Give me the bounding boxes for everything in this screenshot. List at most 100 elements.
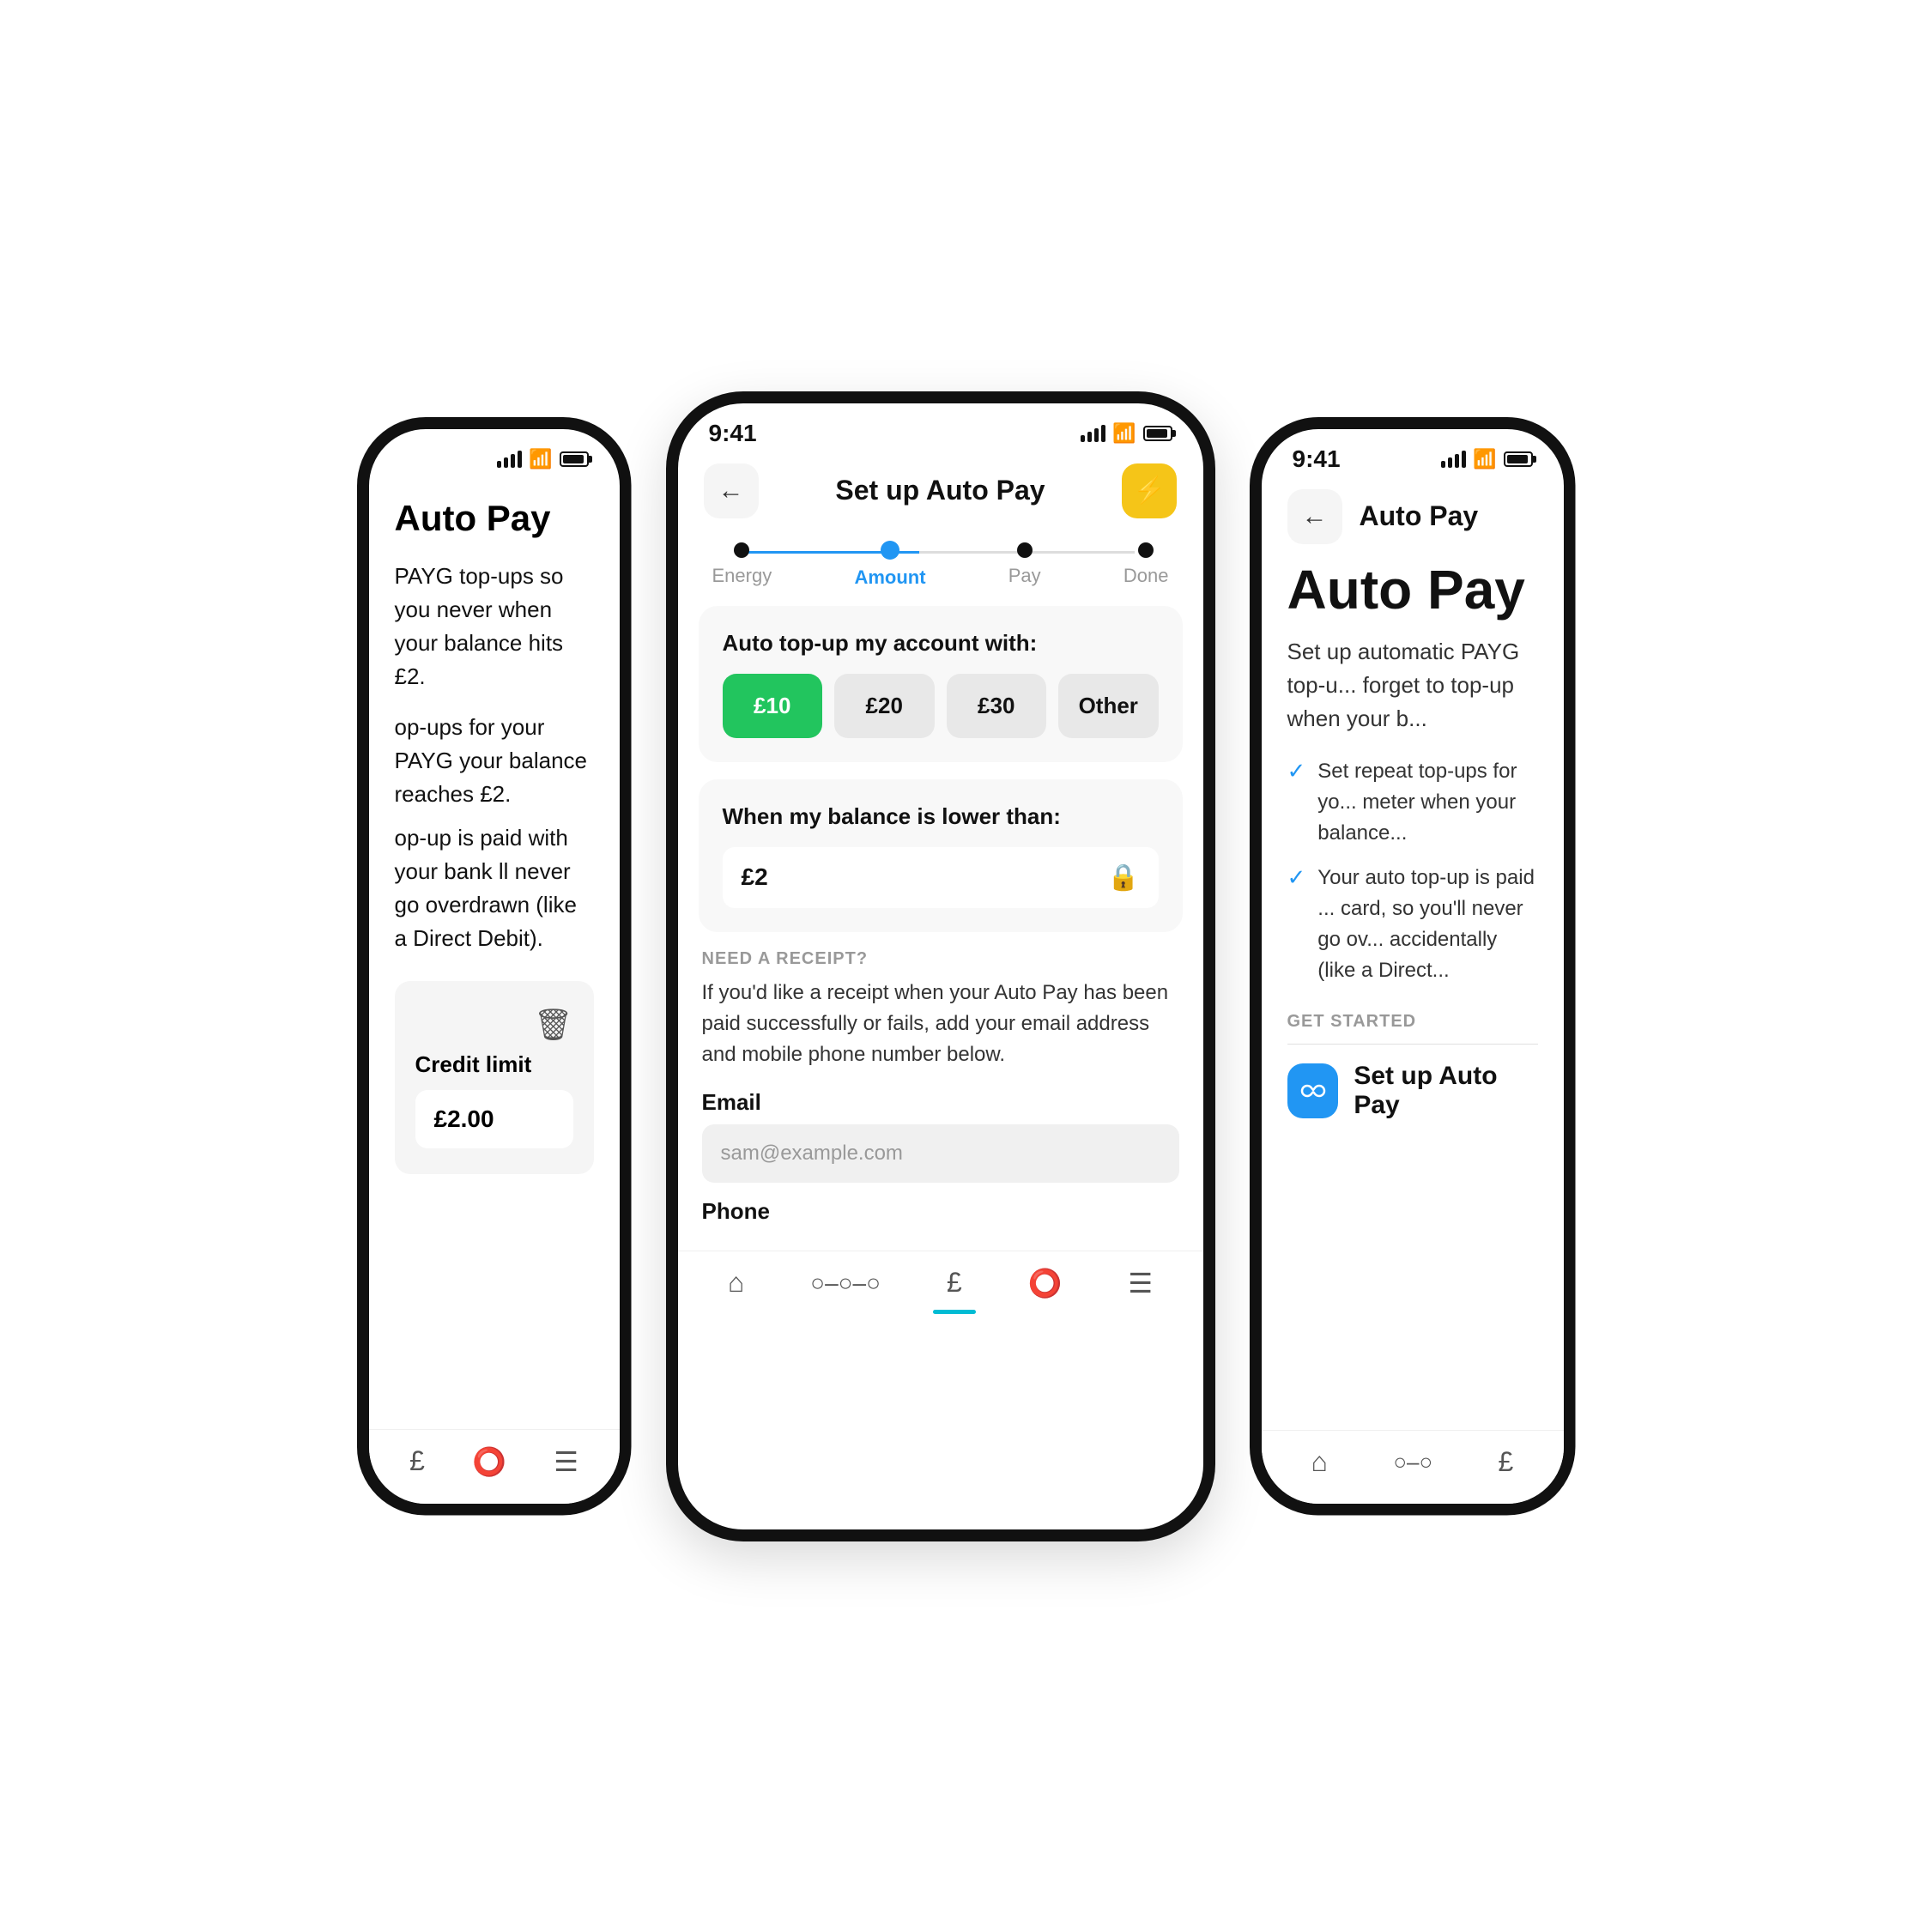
account-icon-left: £ bbox=[409, 1445, 425, 1477]
topup-card: Auto top-up my account with: £10 £20 £30… bbox=[699, 606, 1183, 762]
phone2-header: ← Set up Auto Pay ⚡ bbox=[678, 455, 1203, 532]
back-button[interactable]: ← bbox=[704, 463, 759, 518]
connect-icon-center: ○–○–○ bbox=[810, 1269, 881, 1297]
nav-account-right[interactable]: £ bbox=[1499, 1446, 1514, 1478]
phone3-content: Auto Pay Set up automatic PAYG top-u... … bbox=[1262, 558, 1564, 1430]
signal-icon-left bbox=[497, 451, 522, 468]
amount-30[interactable]: £30 bbox=[947, 674, 1047, 738]
phone3-header: ← Auto Pay bbox=[1262, 481, 1564, 558]
nav-menu-center[interactable]: ☰ bbox=[1128, 1267, 1153, 1299]
phone-label: Phone bbox=[702, 1198, 1179, 1225]
infinity-icon bbox=[1287, 1063, 1339, 1118]
nav-help-left[interactable]: ⭕ bbox=[472, 1445, 506, 1478]
balance-input-row: £2 🔒 bbox=[723, 847, 1159, 908]
auto-pay-desc: Set up automatic PAYG top-u... forget to… bbox=[1287, 635, 1538, 736]
stepper-label-amount: Amount bbox=[854, 566, 925, 589]
delete-icon-wrap: 🗑 bbox=[415, 1007, 573, 1043]
nav-home-right[interactable]: ⌂ bbox=[1311, 1446, 1328, 1478]
nav-home-center[interactable]: ⌂ bbox=[728, 1267, 744, 1299]
battery-icon-center bbox=[1143, 426, 1172, 441]
menu-icon-center: ☰ bbox=[1128, 1267, 1153, 1299]
check-icon-1: ✓ bbox=[1287, 758, 1306, 784]
account-icon-right: £ bbox=[1499, 1446, 1514, 1478]
stepper-amount: Amount bbox=[854, 541, 925, 589]
stepper-dot-amount bbox=[881, 541, 899, 560]
battery-icon-left bbox=[560, 451, 589, 467]
get-started-label: GET STARTED bbox=[1287, 1012, 1538, 1032]
menu-icon-left: ☰ bbox=[554, 1445, 578, 1478]
help-icon-left: ⭕ bbox=[472, 1445, 506, 1478]
receipt-desc: If you'd like a receipt when your Auto P… bbox=[702, 978, 1179, 1070]
wifi-icon-right: 📶 bbox=[1473, 448, 1496, 470]
status-bar-center: 9:41 📶 bbox=[678, 403, 1203, 455]
status-icons-left: 📶 bbox=[497, 448, 588, 470]
status-bar-right: 9:41 📶 bbox=[1262, 429, 1564, 481]
amount-10[interactable]: £10 bbox=[723, 674, 823, 738]
bottom-nav-right: ⌂ ○–○ £ bbox=[1262, 1430, 1564, 1504]
header-title: Set up Auto Pay bbox=[835, 475, 1045, 506]
stepper-energy: Energy bbox=[712, 542, 772, 587]
email-input[interactable]: sam@example.com bbox=[702, 1124, 1179, 1183]
stepper-pay: Pay bbox=[1008, 542, 1041, 587]
feature-list: ✓ Set repeat top-ups for yo... meter whe… bbox=[1287, 756, 1538, 986]
connect-icon-right: ○–○ bbox=[1393, 1449, 1432, 1475]
status-icons-right: 📶 bbox=[1441, 448, 1532, 470]
status-bar-left: 📶 bbox=[369, 429, 620, 481]
time-right: 9:41 bbox=[1293, 445, 1341, 473]
nav-menu-left[interactable]: ☰ bbox=[554, 1445, 578, 1478]
wifi-icon-center: 📶 bbox=[1112, 422, 1136, 445]
lock-icon: 🔒 bbox=[1107, 863, 1139, 893]
stepper-dot-energy bbox=[734, 542, 749, 558]
wifi-icon-left: 📶 bbox=[529, 448, 552, 470]
topup-title: Auto top-up my account with: bbox=[723, 630, 1159, 657]
stepper-dot-pay bbox=[1017, 542, 1033, 558]
balance-value: £2 bbox=[742, 863, 768, 891]
stepper-dot-done bbox=[1138, 542, 1154, 558]
feature-text-2: Your auto top-up is paid ... card, so yo… bbox=[1317, 863, 1537, 986]
help-icon-center: ⭕ bbox=[1028, 1267, 1063, 1299]
account-icon-center: £ bbox=[947, 1267, 962, 1299]
home-icon-right: ⌂ bbox=[1311, 1446, 1328, 1478]
nav-account-center[interactable]: £ bbox=[947, 1267, 962, 1299]
lightning-button[interactable]: ⚡ bbox=[1122, 463, 1177, 518]
phone1-desc3: op-up is paid with your bank ll never go… bbox=[395, 821, 594, 955]
credit-section: 🗑 Credit limit £2.00 bbox=[395, 981, 594, 1174]
phone-right: 9:41 📶 ← Auto Pay Auto Pay Set up automa… bbox=[1250, 417, 1576, 1516]
header-title-right: Auto Pay bbox=[1360, 500, 1479, 532]
stepper-label-done: Done bbox=[1123, 565, 1169, 587]
setup-autopay-button[interactable]: Set up Auto Pay bbox=[1287, 1062, 1538, 1120]
feature-item-2: ✓ Your auto top-up is paid ... card, so … bbox=[1287, 863, 1538, 986]
signal-icon-center bbox=[1081, 425, 1105, 442]
home-icon-center: ⌂ bbox=[728, 1267, 744, 1299]
receipt-label: NEED A RECEIPT? bbox=[702, 949, 1179, 969]
back-button-right[interactable]: ← bbox=[1287, 489, 1342, 544]
credit-label: Credit limit bbox=[415, 1051, 573, 1078]
get-started-divider bbox=[1287, 1044, 1538, 1045]
stepper-label-pay: Pay bbox=[1008, 565, 1041, 587]
stepper-done: Done bbox=[1123, 542, 1169, 587]
nav-account-left[interactable]: £ bbox=[409, 1445, 425, 1477]
credit-value: £2.00 bbox=[415, 1090, 573, 1148]
amount-options: £10 £20 £30 Other bbox=[723, 674, 1159, 738]
nav-help-center[interactable]: ⭕ bbox=[1028, 1267, 1063, 1299]
bottom-nav-left: £ ⭕ ☰ bbox=[369, 1429, 620, 1504]
phone1-desc1: PAYG top-ups so you never when your bala… bbox=[395, 560, 594, 693]
nav-connect-right[interactable]: ○–○ bbox=[1393, 1449, 1432, 1475]
setup-btn-text: Set up Auto Pay bbox=[1354, 1062, 1537, 1120]
amount-other[interactable]: Other bbox=[1058, 674, 1159, 738]
delete-icon[interactable]: 🗑 bbox=[534, 1007, 573, 1042]
amount-20[interactable]: £20 bbox=[834, 674, 935, 738]
signal-icon-right bbox=[1441, 451, 1466, 468]
time-center: 9:41 bbox=[709, 420, 757, 447]
balance-title: When my balance is lower than: bbox=[723, 803, 1159, 830]
status-icons-center: 📶 bbox=[1081, 422, 1172, 445]
receipt-section: NEED A RECEIPT? If you'd like a receipt … bbox=[678, 949, 1203, 1233]
auto-pay-title: Auto Pay bbox=[1287, 558, 1538, 621]
bottom-nav-center: ⌂ ○–○–○ £ ⭕ ☰ bbox=[678, 1251, 1203, 1325]
phone1-title: Auto Pay bbox=[395, 498, 594, 539]
email-label: Email bbox=[702, 1089, 1179, 1116]
feature-item-1: ✓ Set repeat top-ups for yo... meter whe… bbox=[1287, 756, 1538, 849]
nav-connect-center[interactable]: ○–○–○ bbox=[810, 1269, 881, 1297]
stepper-label-energy: Energy bbox=[712, 565, 772, 587]
phone-left: 📶 Auto Pay PAYG top-ups so you never whe… bbox=[357, 417, 632, 1516]
